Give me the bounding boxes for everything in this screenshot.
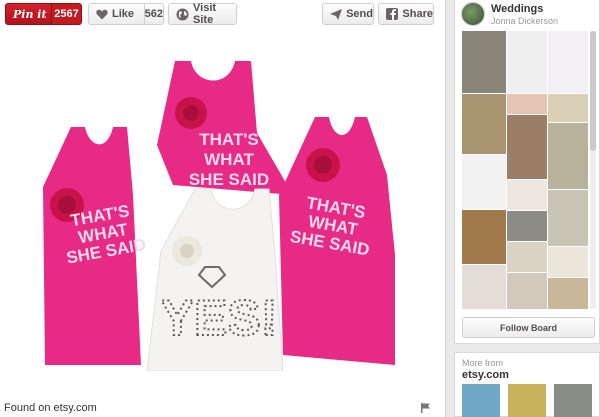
board-thumbnail[interactable] [548, 247, 588, 277]
like-label: Like [112, 8, 135, 20]
tank-tops-photo: THAT'S WHAT SHE SAID THAT'S WHAT SHE SAI… [43, 55, 395, 371]
more-from-site[interactable]: etsy.com [462, 369, 509, 381]
more-thumbnail[interactable] [462, 384, 500, 417]
found-on-source[interactable]: Found on etsy.com [4, 402, 97, 414]
board-thumbnail[interactable] [548, 190, 588, 246]
board-thumbnail[interactable] [548, 94, 588, 122]
more-thumbnail[interactable] [554, 384, 592, 417]
board-thumbnail[interactable] [507, 180, 547, 210]
board-header[interactable]: Weddings Jonna Dickerson [461, 2, 558, 26]
pin-it-button[interactable]: Pin it 2567 [5, 3, 82, 25]
like-button[interactable]: Like 562 [88, 3, 164, 25]
pin-image[interactable]: THAT'S WHAT SHE SAID THAT'S WHAT SHE SAI… [43, 55, 395, 371]
board-thumbnail[interactable] [507, 273, 547, 309]
like-count: 562 [143, 4, 163, 24]
board-thumbnail[interactable] [548, 278, 588, 309]
send-label: Send [346, 8, 373, 20]
flag-icon[interactable] [421, 403, 430, 413]
visit-site-button[interactable]: Visit Site [168, 2, 237, 26]
board-thumbnail[interactable] [507, 31, 547, 93]
board-thumbnail[interactable] [548, 31, 588, 93]
avatar[interactable] [461, 2, 485, 26]
board-thumbnail[interactable] [462, 31, 506, 93]
board-thumbnail[interactable] [462, 265, 506, 309]
pin-it-label: Pin it [13, 7, 47, 21]
visit-site-label: Visit Site [193, 2, 217, 26]
globe-icon [176, 7, 189, 21]
center-shirt-line-1: THAT'S [199, 130, 258, 149]
board-thumbnail[interactable] [462, 94, 506, 154]
pin-closeup-panel: Pin it 2567 Like 562 Visit Site Send Sha… [0, 0, 446, 417]
follow-board-button[interactable]: Follow Board [462, 317, 595, 338]
pin-count: 2567 [51, 4, 81, 24]
board-thumbnail[interactable] [507, 94, 547, 114]
white-shirt-text: YES! [161, 290, 278, 346]
center-shirt-line-2: WHAT [204, 150, 254, 169]
board-thumbnail-grid [462, 31, 588, 309]
pin-toolbar: Pin it 2567 Like 562 Visit Site Send Sha… [0, 0, 446, 30]
board-thumbnail[interactable] [507, 242, 547, 272]
share-label: Share [402, 8, 433, 20]
more-from-card: More from etsy.com [454, 352, 600, 417]
send-arrow-icon [330, 7, 343, 21]
board-scrollbar[interactable] [590, 31, 596, 309]
more-thumbnail[interactable] [508, 384, 546, 417]
send-button[interactable]: Send [322, 3, 374, 25]
board-owner[interactable]: Jonna Dickerson [491, 16, 558, 26]
more-from-label: More from [462, 358, 504, 368]
heart-icon [96, 7, 108, 21]
board-thumbnail[interactable] [507, 115, 547, 179]
board-card: Weddings Jonna Dickerson Follow Board [454, 0, 600, 344]
board-thumbnail[interactable] [548, 123, 588, 189]
share-button[interactable]: Share [378, 3, 434, 25]
board-thumbnail[interactable] [462, 210, 506, 264]
board-thumbnail[interactable] [507, 211, 547, 241]
board-name[interactable]: Weddings [491, 3, 558, 15]
board-thumbnail[interactable] [462, 155, 506, 209]
center-shirt-line-3: SHE SAID [189, 170, 269, 189]
facebook-icon [386, 7, 399, 21]
